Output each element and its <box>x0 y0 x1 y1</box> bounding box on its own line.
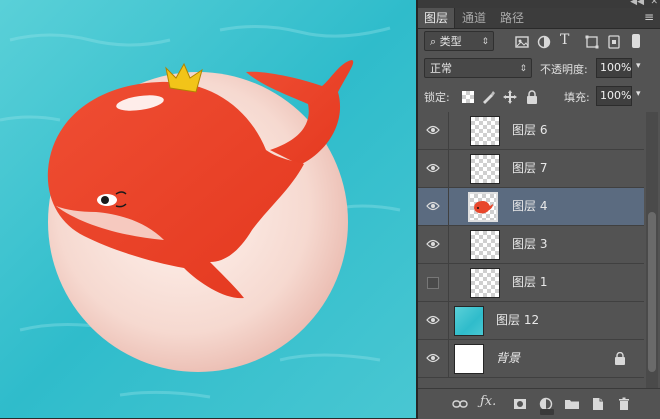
updown-arrow-icon: ⇕ <box>519 64 527 74</box>
layers-panel: ◀◀ ✕ 图层 通道 路径 ≡ ⌕ 类型 ⇕ T 正常 ⇕ 不透明度: 100%… <box>416 0 660 419</box>
fill-value: 100% <box>600 89 632 102</box>
lock-transparent-pixels-icon[interactable] <box>462 91 474 103</box>
tab-layers[interactable]: 图层 <box>418 8 456 28</box>
eye-icon <box>426 163 440 173</box>
layers-list: 图层 6 图层 7 图层 4 图层 3 图层 1 图层 12 背景 <box>418 112 644 388</box>
layer-thumbnail <box>470 154 500 184</box>
layer-thumbnail <box>468 192 498 222</box>
panel-tab-bar: 图层 通道 路径 ≡ <box>418 8 660 29</box>
lock-image-pixels-icon[interactable] <box>480 89 496 105</box>
filter-toggle-switch[interactable] <box>632 34 640 48</box>
smart-object-filter-icon[interactable] <box>606 34 622 50</box>
updown-arrow-icon: ⇕ <box>481 37 489 47</box>
filter-row: ⌕ 类型 ⇕ T <box>418 30 660 52</box>
layer-row[interactable]: 图层 3 <box>418 226 644 264</box>
layer-row[interactable]: 图层 1 <box>418 264 644 302</box>
tab-channels[interactable]: 通道 <box>456 8 492 28</box>
delete-layer-trash-icon[interactable] <box>616 396 632 412</box>
panel-top-strip: ◀◀ ✕ <box>418 0 660 8</box>
type-filter-icon[interactable]: T <box>560 32 569 48</box>
layer-row[interactable]: 背景 <box>418 340 644 378</box>
layer-thumbnail <box>470 116 500 146</box>
eye-icon <box>426 353 440 363</box>
new-group-folder-icon[interactable] <box>564 396 580 412</box>
layer-row[interactable]: 图层 6 <box>418 112 644 150</box>
pixel-layer-filter-icon[interactable] <box>514 34 530 50</box>
visibility-toggle[interactable] <box>418 150 449 187</box>
whale-thumbnail-icon <box>474 201 493 214</box>
fill-input[interactable]: 100% <box>596 86 632 106</box>
document-canvas[interactable] <box>0 0 416 418</box>
blend-mode-select[interactable]: 正常 ⇕ <box>424 58 532 78</box>
eye-icon <box>426 201 440 211</box>
blend-opacity-row: 正常 ⇕ 不透明度: 100% ▾ <box>418 58 660 80</box>
adjustment-filter-icon[interactable] <box>536 34 552 50</box>
layers-scrollbar[interactable] <box>646 112 658 388</box>
hidden-visibility-box <box>427 277 439 289</box>
close-icon[interactable]: ✕ <box>650 0 658 7</box>
link-layers-icon[interactable] <box>452 396 468 412</box>
lock-icon <box>615 352 625 365</box>
layer-name: 图层 4 <box>512 199 548 213</box>
search-icon: ⌕ <box>430 35 437 48</box>
layer-name: 图层 3 <box>512 237 548 251</box>
visibility-toggle[interactable] <box>418 302 449 339</box>
layer-name: 图层 7 <box>512 161 548 175</box>
fill-dropdown-icon[interactable]: ▾ <box>636 89 641 99</box>
eye-icon <box>426 125 440 135</box>
fill-label: 填充: <box>564 91 590 104</box>
panel-resize-handle[interactable] <box>540 409 554 415</box>
layer-name: 图层 6 <box>512 123 548 137</box>
lock-label: 锁定: <box>424 91 450 104</box>
layer-row[interactable]: 图层 7 <box>418 150 644 188</box>
layer-thumbnail <box>470 268 500 298</box>
lock-all-icon[interactable] <box>524 89 540 105</box>
eye-icon <box>426 239 440 249</box>
layers-bottom-toolbar: ƒx. <box>418 388 660 419</box>
shape-filter-icon[interactable] <box>584 34 600 50</box>
opacity-input[interactable]: 100% <box>596 58 632 78</box>
filter-type-select[interactable]: ⌕ 类型 ⇕ <box>424 31 494 51</box>
layer-name: 图层 12 <box>496 313 540 327</box>
layer-row[interactable]: 图层 12 <box>418 302 644 340</box>
canvas-artwork <box>0 0 416 418</box>
layer-row-selected[interactable]: 图层 4 <box>418 188 644 226</box>
layer-thumbnail <box>470 230 500 260</box>
opacity-dropdown-icon[interactable]: ▾ <box>636 61 641 71</box>
add-mask-icon[interactable] <box>512 396 528 412</box>
visibility-toggle[interactable] <box>418 226 449 263</box>
collapse-icon[interactable]: ◀◀ <box>630 0 644 7</box>
visibility-toggle[interactable] <box>418 188 449 225</box>
layer-style-fx-icon[interactable]: ƒx. <box>480 394 496 409</box>
layer-name: 图层 1 <box>512 275 548 289</box>
opacity-label: 不透明度: <box>540 63 588 76</box>
layer-thumbnail <box>454 306 484 336</box>
scrollbar-thumb[interactable] <box>648 212 656 372</box>
opacity-value: 100% <box>600 61 632 74</box>
layer-thumbnail <box>454 344 484 374</box>
tab-paths[interactable]: 路径 <box>494 8 530 28</box>
visibility-toggle[interactable] <box>418 264 449 301</box>
lock-position-icon[interactable] <box>502 89 518 105</box>
eye-icon <box>426 315 440 325</box>
layer-name: 背景 <box>496 351 521 365</box>
visibility-toggle[interactable] <box>418 340 449 377</box>
visibility-toggle[interactable] <box>418 112 449 149</box>
new-layer-icon[interactable] <box>590 396 606 412</box>
panel-menu-icon[interactable]: ≡ <box>644 10 654 24</box>
lock-fill-row: 锁定: 填充: 100% ▾ <box>418 86 660 108</box>
